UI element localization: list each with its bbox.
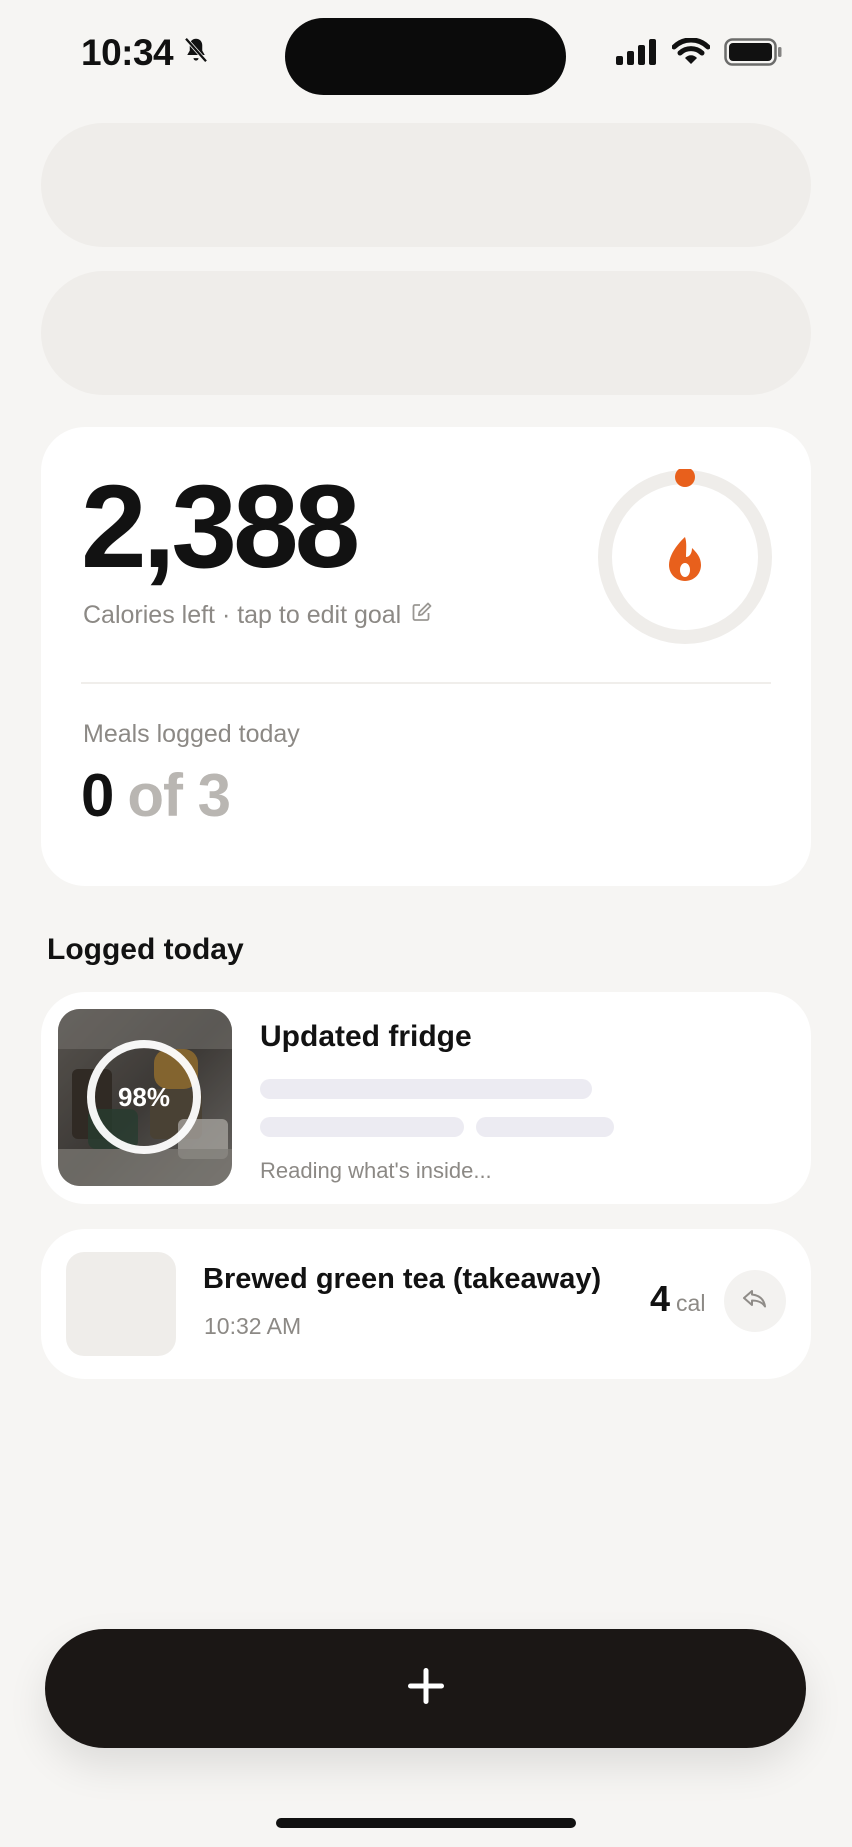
scan-status-text: Reading what's inside... <box>260 1158 492 1183</box>
loading-line-3 <box>476 1117 614 1137</box>
meal-calories: 4 cal <box>650 1278 705 1320</box>
edit-goal-link[interactable]: Calories left · tap to edit goal <box>83 601 433 630</box>
share-reply-icon <box>740 1284 770 1319</box>
meal-title: Brewed green tea (takeaway) <box>203 1263 602 1295</box>
calories-left-value: 2,388 <box>81 461 360 593</box>
bell-slash-icon <box>181 32 211 74</box>
meals-logged-label: Meals logged today <box>83 720 300 748</box>
status-bar-time: 10:34 <box>81 32 211 74</box>
loading-line-1 <box>260 1079 592 1099</box>
meal-calories-unit: cal <box>676 1290 706 1316</box>
home-indicator[interactable] <box>276 1818 576 1828</box>
meal-time: 10:32 AM <box>204 1313 302 1339</box>
battery-icon <box>724 38 782 71</box>
flame-icon <box>669 537 701 581</box>
cellular-signal-icon <box>616 39 658 70</box>
clock-text: 10:34 <box>81 32 174 73</box>
meal-thumbnail-placeholder <box>66 1252 176 1356</box>
meals-logged-value: 0 <box>81 762 114 829</box>
meals-total-value: of 3 <box>127 762 231 829</box>
share-meal-button[interactable] <box>724 1270 786 1332</box>
loading-line-2 <box>260 1117 464 1137</box>
calories-left-label: Calories left · tap to edit goal <box>83 601 402 629</box>
add-meal-button[interactable] <box>45 1629 806 1748</box>
card-divider <box>81 682 771 684</box>
calorie-progress-ring[interactable] <box>597 467 773 645</box>
dynamic-island <box>285 18 566 95</box>
plus-icon <box>405 1665 447 1712</box>
meal-calories-value: 4 <box>650 1278 671 1319</box>
edit-icon <box>411 601 433 630</box>
loading-placeholder-second <box>41 271 811 395</box>
fridge-scan-title: Updated fridge <box>260 1020 472 1053</box>
status-bar-indicators <box>616 37 782 71</box>
logged-today-heading: Logged today <box>47 933 244 966</box>
loading-placeholder-top <box>41 123 811 247</box>
wifi-icon <box>671 37 711 71</box>
scan-progress-percent: 98% <box>117 1081 171 1112</box>
meals-logged-count: 0 of 3 <box>81 762 231 829</box>
